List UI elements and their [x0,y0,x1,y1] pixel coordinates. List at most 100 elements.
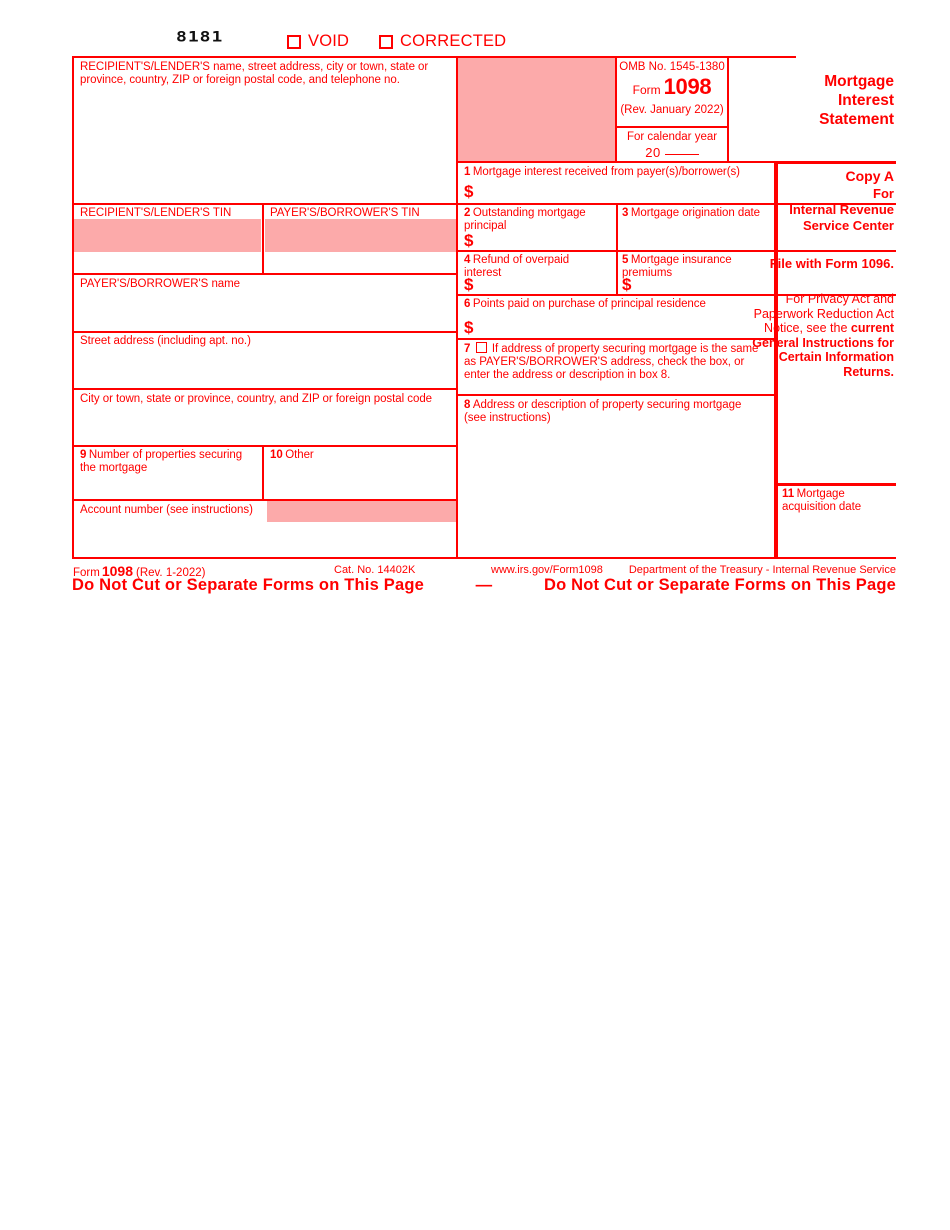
rule-left-r2 [72,273,458,275]
box5-text: Mortgage insurance premiums [622,254,732,280]
rule-box7-bottom [458,394,776,396]
rule-left-r3 [72,331,458,333]
box5-number: 5 [622,254,629,266]
header-shaded-block [458,58,615,161]
rule-box45-bottom [458,294,776,296]
void-checkbox-group[interactable]: VOID [287,32,349,51]
form-footer: Form 1098 (Rev. 1-2022) Cat. No. 14402K ww… [72,560,896,596]
box9-number: 9 [80,449,87,461]
form-word: Form [632,83,661,97]
box9-label: 9 Number of properties securing the mortg… [80,449,256,475]
file-with-1096-note: File with Form 1096. [769,256,894,271]
calendar-year-label: For calendar year [626,131,718,143]
box6-text: Points paid on purchase of principal res… [472,298,706,310]
box8-label: 8 Address or description of property secu… [464,399,764,425]
copy-for-word: For [873,186,894,201]
rule-box23-divider [616,203,618,294]
corrected-checkbox-group[interactable]: CORRECTED [379,32,506,51]
calendar-year-entry[interactable]: 20 [616,145,728,162]
box8-text: Address or description of property secur… [464,399,742,425]
box3-number: 3 [622,207,629,219]
rule-top [72,56,796,58]
irs-form-1098: 8181 VOID CORRECTED RECIPIENT'S/LENDER'S… [0,0,950,1230]
box7-number: 7 [464,343,471,355]
year-blank-line[interactable] [664,154,699,155]
corrected-label: CORRECTED [400,32,507,50]
do-not-cut-left: Do Not Cut or Separate Forms on This Pag… [72,576,424,594]
box2-number: 2 [464,207,471,219]
corrected-checkbox[interactable] [379,34,393,49]
rule-bottom [72,557,896,559]
payer-name-label: PAYER'S/BORROWER'S name [80,278,241,290]
box4-label: 4 Refund of overpaid interest [464,254,609,280]
payer-tin-field[interactable] [265,219,456,252]
account-number-label: Account number (see instructions) [80,504,253,516]
box4-text: Refund of overpaid interest [464,254,570,280]
box7-text: If address of property securing mortgage… [464,343,759,382]
rule-copy-r2 [776,250,896,252]
box6-label: 6 Points paid on purchase of principal re… [464,298,764,311]
recipient-tin-label: RECIPIENT'S/LENDER'S TIN [80,207,232,219]
copy-irs-line1: Internal Revenue [789,202,894,217]
rule-copy-top [776,161,896,164]
street-address-label: Street address (including apt. no.) [80,335,251,347]
payer-tin-label: PAYER'S/BORROWER'S TIN [270,207,420,219]
box2-text: Outstanding mortgage principal [464,207,586,233]
form-title-line2: Interest [838,92,894,109]
box2-dollar-sign: $ [464,231,474,250]
void-label: VOID [308,32,350,50]
rule-tin-divider [262,203,264,273]
footer-catalog-number: Cat. No. 14402K [334,564,416,576]
box2-label: 2 Outstanding mortgage principal [464,207,609,233]
omb-number: OMB No. 1545-1380 [619,61,725,73]
omb-block: OMB No. 1545-1380 Form 1098 (Rev. January… [616,60,728,117]
form-body: RECIPIENT'S/LENDER'S name, street addres… [72,56,896,559]
form-title-line3: Statement [819,111,894,128]
rule-left-outer [72,56,74,559]
copy-irs-line2: Service Center [802,218,894,233]
form-revision: (Rev. January 2022) [620,104,724,116]
account-number-field[interactable] [267,501,456,522]
copy-a-recipient: For Internal Revenue Service Center [742,186,894,234]
box1-text: Mortgage interest received from payer(s)… [472,166,740,178]
box1-number: 1 [464,166,471,178]
calendar-year-block: For calendar year 20 [616,130,728,162]
box9-text: Number of properties securing the mortga… [80,449,243,475]
box4-dollar-sign: $ [464,275,474,294]
box8-number: 8 [464,399,471,411]
city-state-zip-label: City or town, state or province, country… [80,393,433,405]
footer-url[interactable]: www.irs.gov/Form1098 [491,564,603,576]
year-prefix: 20 [645,145,661,160]
form-top-row: 8181 VOID CORRECTED [72,29,896,56]
box6-dollar-sign: $ [464,318,474,337]
copy-a-heading: Copy A [845,168,894,184]
footer-department: Department of the Treasury - Internal Re… [628,564,896,576]
rule-left-r1 [72,203,458,205]
box6-number: 6 [464,298,471,310]
box1-label: 1 Mortgage interest received from payer(s… [464,166,769,179]
form-title-line1: Mortgage [824,73,894,90]
rule-box9-10-divider [262,445,264,499]
recipient-name-label: RECIPIENT'S/LENDER'S name, street addres… [80,61,429,87]
do-not-cut-dash: — [475,576,493,594]
box11-label: 11 Mortgage acquisition date [782,488,890,514]
rule-left-r4 [72,388,458,390]
box7-label: 7 If address of property securing mortgag… [464,342,770,383]
box10-number: 10 [270,449,283,461]
ocr-scanline-code: 8181 [176,29,224,46]
void-checkbox[interactable] [287,34,301,49]
form-identifier: Form 1098 [616,74,728,103]
form-number: 1098 [663,74,712,99]
box10-label: 10 Other [270,449,450,462]
privacy-act-notice: For Privacy Act and Paperwork Reduction … [742,292,894,380]
box1-dollar-sign: $ [464,182,474,201]
rule-copy-r4 [776,483,896,486]
rule-box6-bottom [458,338,776,340]
recipient-tin-field[interactable] [74,219,261,252]
box4-number: 4 [464,254,471,266]
rule-left-r5 [72,445,458,447]
box11-number: 11 [782,488,795,500]
rule-omb-split [615,126,729,128]
box7-checkbox[interactable] [475,342,487,353]
box3-text: Mortgage origination date [630,207,761,219]
